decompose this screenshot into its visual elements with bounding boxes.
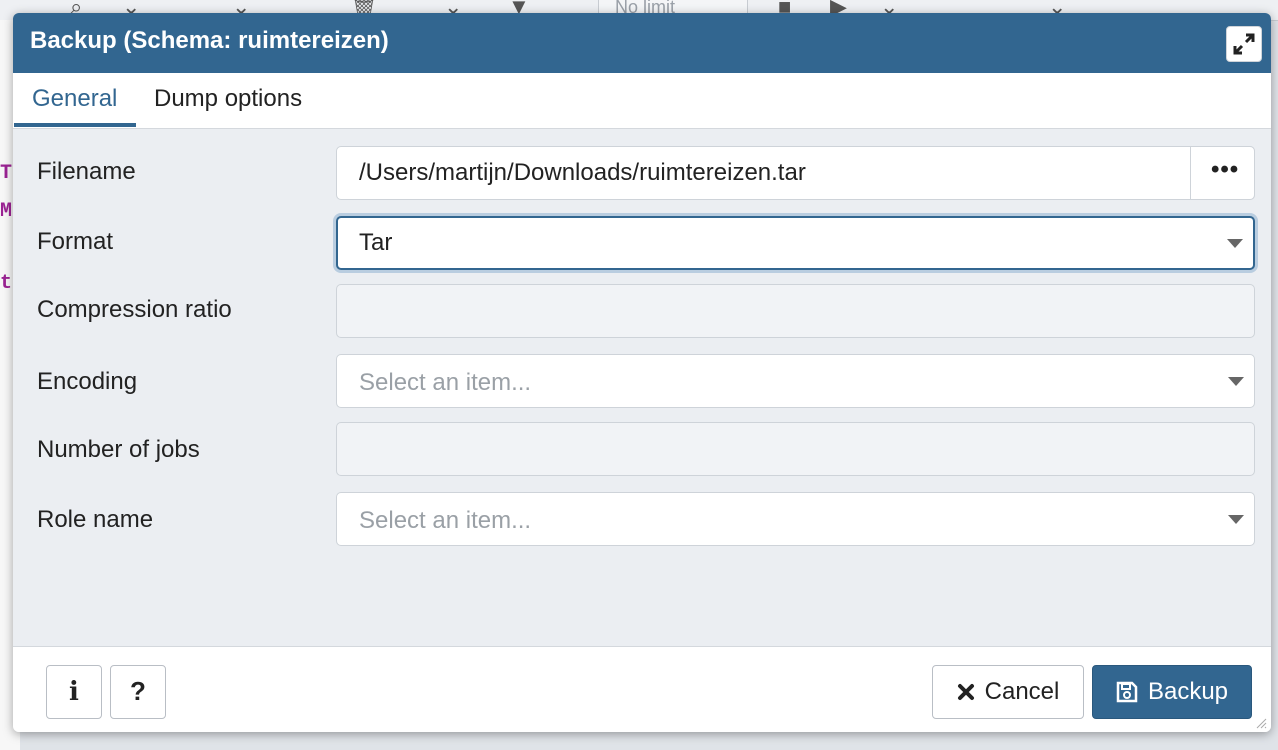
tab-dump-options[interactable]: Dump options xyxy=(154,85,302,113)
format-value: Tar xyxy=(359,229,393,256)
filename-value: /Users/martijn/Downloads/ruimtereizen.ta… xyxy=(359,159,806,186)
close-icon xyxy=(957,684,974,700)
dialog-titlebar[interactable]: Backup (Schema: ruimtereizen) xyxy=(13,13,1271,73)
number-of-jobs-input xyxy=(336,422,1255,476)
compression-ratio-label: Compression ratio xyxy=(37,296,232,323)
tab-bar: General Dump options xyxy=(13,73,1271,129)
tab-general[interactable]: General xyxy=(32,85,117,113)
editor-fragment: M xyxy=(0,200,13,223)
maximize-button[interactable] xyxy=(1226,26,1262,62)
backup-button[interactable]: Backup xyxy=(1092,665,1252,719)
cancel-label: Cancel xyxy=(984,678,1060,705)
role-name-placeholder: Select an item... xyxy=(359,507,532,534)
active-tab-indicator xyxy=(14,123,136,127)
editor-fragment: t xyxy=(0,272,13,295)
expand-icon xyxy=(1233,33,1255,55)
filename-input[interactable]: /Users/martijn/Downloads/ruimtereizen.ta… xyxy=(336,146,1255,200)
dialog-title: Backup (Schema: ruimtereizen) xyxy=(30,27,389,54)
help-button[interactable]: ? xyxy=(110,665,166,719)
resize-grip-icon[interactable] xyxy=(1255,717,1267,729)
backup-dialog: Backup (Schema: ruimtereizen) General Du… xyxy=(13,13,1271,732)
save-icon xyxy=(1116,681,1138,703)
browse-button[interactable]: ••• xyxy=(1190,146,1255,200)
format-select[interactable]: Tar xyxy=(336,216,1255,270)
help-icon: ? xyxy=(130,676,146,706)
role-name-select[interactable]: Select an item... xyxy=(336,492,1255,546)
compression-ratio-input xyxy=(336,284,1255,338)
chevron-down-icon xyxy=(1228,515,1244,524)
dialog-footer: i ? Cancel Backup xyxy=(13,646,1271,732)
info-button[interactable]: i xyxy=(46,665,102,719)
encoding-placeholder: Select an item... xyxy=(359,369,532,396)
role-name-label: Role name xyxy=(37,506,154,533)
number-of-jobs-label: Number of jobs xyxy=(37,436,200,463)
filename-label: Filename xyxy=(37,158,136,185)
encoding-select[interactable]: Select an item... xyxy=(336,354,1255,408)
encoding-label: Encoding xyxy=(37,368,138,395)
backup-label: Backup xyxy=(1147,678,1229,705)
more-icon: ••• xyxy=(1211,156,1240,183)
chevron-down-icon xyxy=(1227,239,1243,248)
info-icon: i xyxy=(69,677,79,707)
format-label: Format xyxy=(37,228,114,255)
cancel-button[interactable]: Cancel xyxy=(932,665,1084,719)
chevron-down-icon xyxy=(1228,377,1244,386)
editor-fragment: T xyxy=(0,162,13,185)
